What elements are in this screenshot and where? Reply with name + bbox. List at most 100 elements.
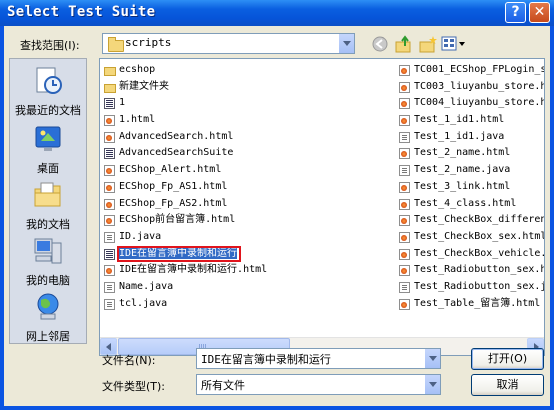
file-item[interactable]: AdvancedSearchSuite bbox=[103, 145, 393, 162]
chevron-down-icon[interactable] bbox=[338, 34, 354, 53]
my-computer-icon bbox=[34, 238, 62, 264]
file-name: Test_CheckBox_vehicle. bbox=[414, 247, 545, 259]
java-file-icon bbox=[104, 231, 115, 243]
java-file-icon bbox=[399, 131, 410, 143]
file-item[interactable]: Test_2_name.html bbox=[398, 145, 544, 162]
file-item[interactable]: tcl.java bbox=[103, 296, 393, 313]
file-item[interactable]: 1 bbox=[103, 95, 393, 112]
suite-file-icon bbox=[104, 98, 115, 110]
file-item[interactable]: Test_CheckBox_vehicle. bbox=[398, 246, 545, 263]
html-file-icon bbox=[104, 215, 115, 227]
folder-icon bbox=[108, 37, 124, 52]
place-network[interactable]: 网上邻居 bbox=[10, 291, 86, 344]
suite-file-icon bbox=[104, 148, 115, 160]
look-in-combo[interactable]: scripts bbox=[102, 33, 355, 54]
filetype-select[interactable]: 所有文件 bbox=[196, 374, 441, 395]
up-folder-icon[interactable] bbox=[394, 34, 414, 54]
file-name: Test_2_name.java bbox=[414, 164, 511, 176]
place-desktop[interactable]: 桌面 bbox=[10, 123, 86, 176]
html-file-icon bbox=[104, 165, 115, 177]
file-list[interactable]: ecshop 新建文件夹 1 1.html AdvancedSearch.html Adv… bbox=[99, 58, 545, 356]
highlight-box bbox=[117, 245, 242, 262]
suite-file-icon bbox=[104, 248, 115, 260]
file-item[interactable]: TC001_ECShop_FPLogin_s bbox=[398, 62, 544, 79]
file-item[interactable]: Test_CheckBox_differen bbox=[398, 212, 545, 229]
file-item[interactable]: TC004_liuyanbu_store.h bbox=[398, 95, 544, 112]
file-item[interactable]: Test_1_id1.html bbox=[398, 112, 544, 129]
view-menu-icon[interactable] bbox=[440, 34, 468, 54]
filename-value: IDE在留言簿中录制和运行 bbox=[201, 353, 331, 366]
file-item[interactable]: IDE在留言簿中录制和运行 bbox=[103, 245, 393, 263]
html-file-icon bbox=[399, 181, 410, 193]
place-recent-documents[interactable]: 我最近的文档 bbox=[10, 65, 86, 118]
html-file-icon bbox=[104, 265, 115, 277]
java-file-icon bbox=[104, 281, 115, 293]
file-item[interactable]: ECShop_Fp_AS1.html bbox=[103, 179, 393, 196]
file-name: IDE在留言簿中录制和运行 bbox=[117, 245, 242, 262]
html-file-icon bbox=[399, 65, 410, 76]
folder-icon bbox=[104, 83, 116, 93]
chevron-down-icon[interactable] bbox=[424, 375, 440, 394]
back-icon[interactable] bbox=[370, 34, 390, 54]
html-file-icon bbox=[399, 115, 410, 127]
open-button[interactable]: 打开(O) bbox=[471, 348, 544, 370]
file-item[interactable]: Test_2_name.java bbox=[398, 162, 544, 179]
file-item[interactable]: Test_3_link.html bbox=[398, 179, 544, 196]
file-name: ECShop_Fp_AS2.html bbox=[119, 197, 228, 209]
dialog-client: 查找范围(I): scripts 我最近的文档 桌面 我的文档 我的电脑 网上邻… bbox=[4, 26, 550, 406]
file-name: 新建文件夹 bbox=[119, 80, 169, 92]
file-item[interactable]: Test_Table_留言簿.html bbox=[398, 296, 544, 313]
place-my-documents[interactable]: 我的文档 bbox=[10, 179, 86, 232]
file-name: ecshop bbox=[119, 64, 156, 75]
look-in-value: scripts bbox=[125, 36, 172, 49]
file-name: Test_2_name.html bbox=[414, 147, 511, 159]
file-item[interactable]: Name.java bbox=[103, 279, 393, 296]
html-file-icon bbox=[399, 98, 410, 110]
file-item[interactable]: Test_1_id1.java bbox=[398, 129, 544, 146]
file-column-1: ecshop 新建文件夹 1 1.html AdvancedSearch.html Adv… bbox=[103, 62, 393, 312]
file-name: ID.java bbox=[119, 230, 162, 242]
file-name: Test_Radiobutton_sex.h bbox=[414, 264, 545, 276]
file-item[interactable]: ECShop前台留言簿.html bbox=[103, 212, 393, 229]
title-bar[interactable]: Select Test Suite ? ✕ bbox=[0, 0, 554, 26]
file-item[interactable]: Test_Radiobutton_sex.j bbox=[398, 279, 544, 296]
html-file-icon bbox=[104, 131, 115, 143]
html-file-icon bbox=[399, 231, 410, 243]
recent-documents-icon bbox=[36, 67, 62, 94]
help-button[interactable]: ? bbox=[505, 2, 526, 23]
file-item[interactable]: ECShop_Alert.html bbox=[103, 162, 393, 179]
close-button[interactable]: ✕ bbox=[529, 2, 550, 23]
file-item[interactable]: Test_CheckBox_sex.html bbox=[398, 229, 544, 246]
file-item[interactable]: Test_Radiobutton_sex.h bbox=[398, 262, 545, 279]
cancel-button[interactable]: 取消 bbox=[471, 374, 544, 396]
html-file-icon bbox=[399, 215, 410, 227]
html-file-icon bbox=[399, 81, 410, 93]
chevron-down-icon[interactable] bbox=[424, 349, 440, 368]
file-item[interactable]: ID.java bbox=[103, 229, 393, 246]
folder-icon bbox=[104, 67, 116, 76]
java-file-icon bbox=[104, 298, 115, 310]
file-name: ECShop前台留言簿.html bbox=[119, 214, 236, 226]
new-folder-icon[interactable] bbox=[418, 34, 438, 54]
filename-input[interactable]: IDE在留言簿中录制和运行 bbox=[196, 348, 441, 369]
file-item[interactable]: ecshop bbox=[103, 62, 393, 79]
file-item[interactable]: 1.html bbox=[103, 112, 393, 129]
file-item[interactable]: Test_4_class.html bbox=[398, 196, 544, 213]
file-name: Test_CheckBox_differen bbox=[414, 214, 545, 226]
file-item[interactable]: 新建文件夹 bbox=[103, 79, 393, 96]
file-name: AdvancedSearch.html bbox=[119, 130, 234, 142]
html-file-icon bbox=[399, 298, 410, 310]
html-file-icon bbox=[399, 148, 410, 160]
file-item[interactable]: ECShop_Fp_AS2.html bbox=[103, 196, 393, 213]
window-title: Select Test Suite bbox=[7, 4, 156, 20]
file-item[interactable]: IDE在留言簿中录制和运行.html bbox=[103, 262, 393, 279]
file-name: Test_3_link.html bbox=[414, 180, 511, 192]
desktop-icon bbox=[35, 126, 61, 151]
file-item[interactable]: TC003_liuyanbu_store.h bbox=[398, 79, 544, 96]
file-item[interactable]: AdvancedSearch.html bbox=[103, 129, 393, 146]
place-label-my-computer: 我的电脑 bbox=[26, 274, 70, 287]
place-my-computer[interactable]: 我的电脑 bbox=[10, 235, 86, 288]
filetype-label: 文件类型(T): bbox=[102, 380, 166, 393]
file-name: Test_Table_留言簿.html bbox=[414, 297, 541, 309]
html-file-icon bbox=[104, 115, 115, 127]
